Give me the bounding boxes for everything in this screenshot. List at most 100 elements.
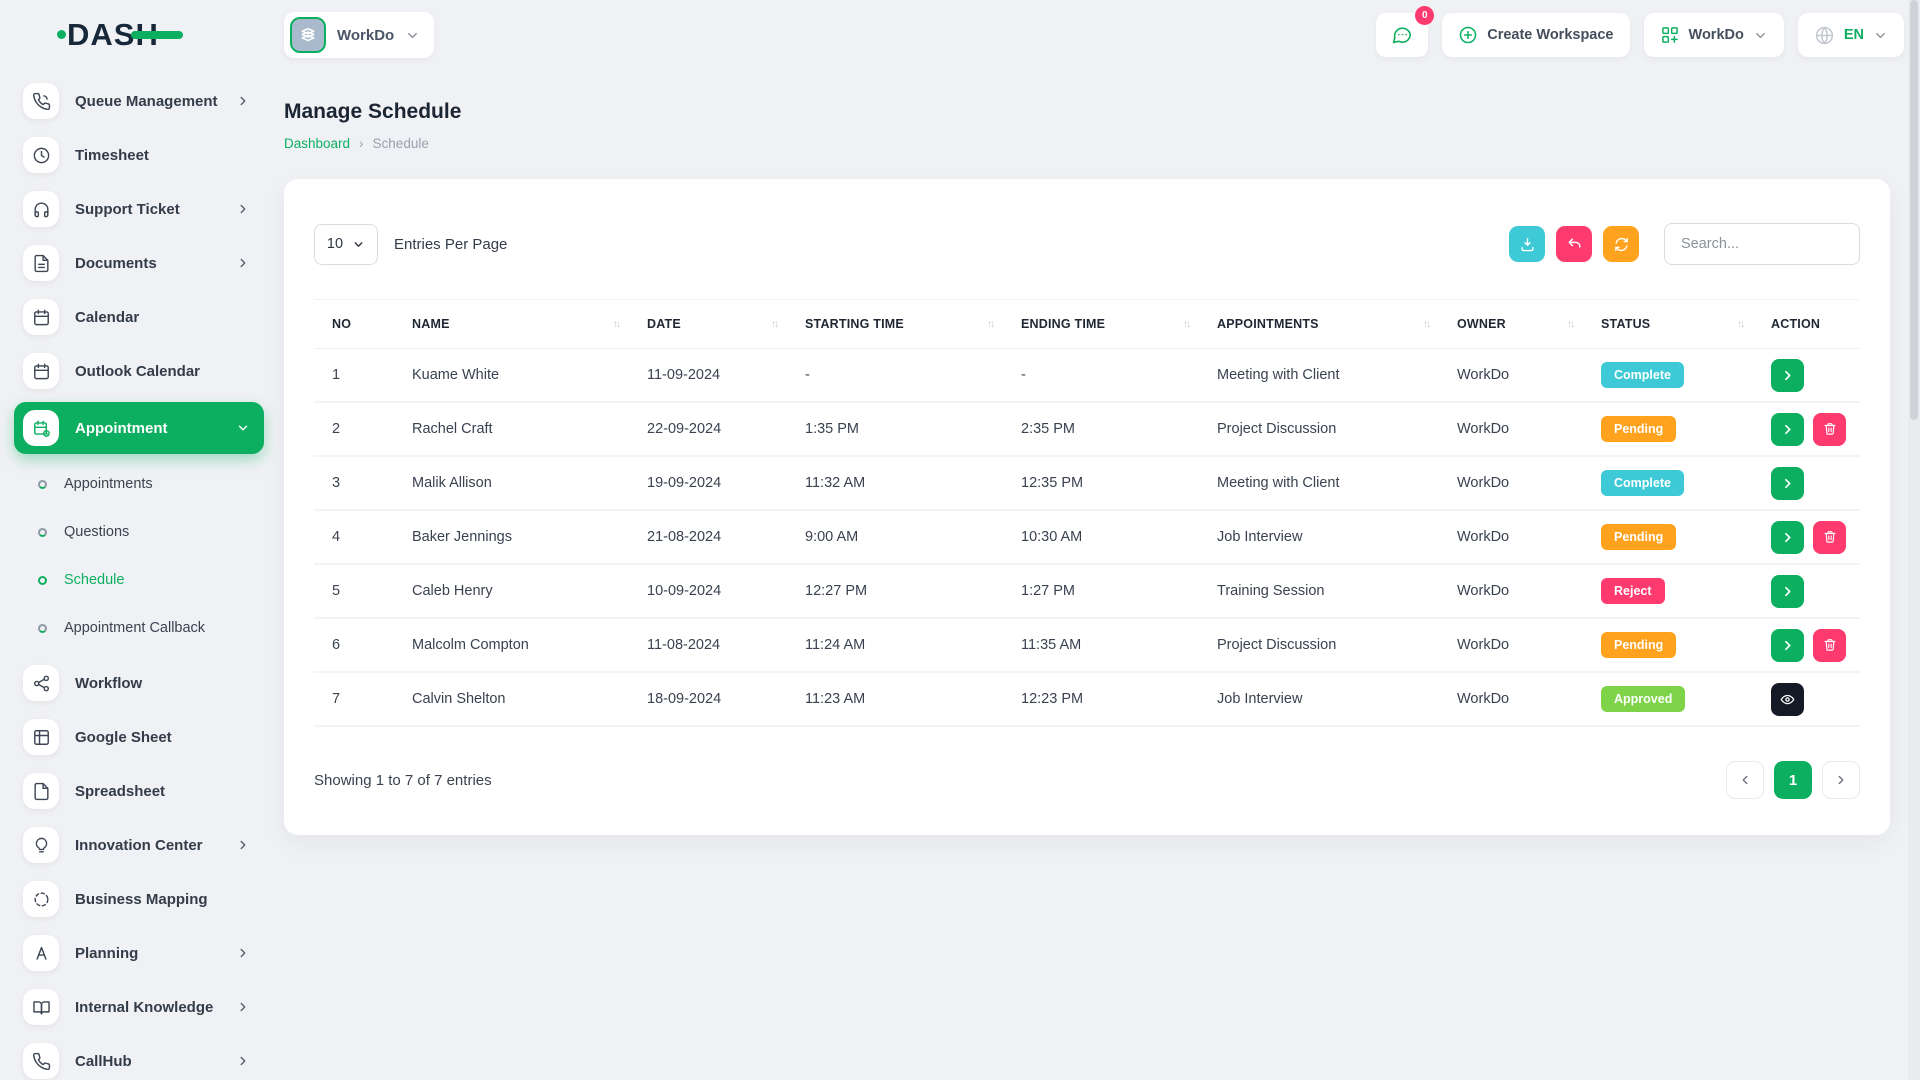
view-details-button[interactable] [1771,359,1804,392]
breadcrumb-separator: › [359,136,364,151]
workspace-menu-button[interactable]: WorkDo [1644,13,1784,57]
entries-summary: Showing 1 to 7 of 7 entries [314,772,492,789]
trash-icon [1823,422,1837,436]
sidebar-item-callhub[interactable]: CallHub [14,1034,264,1080]
sidebar-item-planning[interactable]: Planning [14,926,264,980]
apps-grid-icon [1660,25,1680,45]
sidebar-item-business-mapping[interactable]: Business Mapping [14,872,264,926]
view-details-button[interactable] [1771,467,1804,500]
refresh-button[interactable] [1603,226,1639,262]
brand-logo[interactable]: DASH [67,17,159,53]
view-details-button[interactable] [1771,413,1804,446]
column-header-appointments[interactable]: APPOINTMENTS↑↓ [1199,300,1439,348]
status-badge: Pending [1601,416,1676,442]
column-header-owner[interactable]: OWNER↑↓ [1439,300,1583,348]
sidebar-item-documents[interactable]: Documents [14,236,264,290]
chevron-right-icon [1781,369,1794,382]
undo-back-button[interactable] [1556,226,1592,262]
chevron-right-icon [1781,585,1794,598]
workspace-selector[interactable]: WorkDo [284,12,434,58]
globe-icon [1814,25,1835,46]
table-row: 3 Malik Allison 19-09-2024 11:32 AM 12:3… [314,457,1860,511]
column-header-ending-time[interactable]: ENDING TIME↑↓ [1003,300,1199,348]
delete-button[interactable] [1813,413,1846,446]
chevron-right-icon [1781,531,1794,544]
create-workspace-button[interactable]: Create Workspace [1442,13,1629,57]
breadcrumb-dashboard-link[interactable]: Dashboard [284,136,350,151]
column-header-starting-time[interactable]: STARTING TIME↑↓ [787,300,1003,348]
messages-button[interactable]: 0 [1376,13,1428,57]
scrollbar-thumb[interactable] [1910,0,1918,420]
status-badge: Pending [1601,632,1676,658]
delete-button[interactable] [1813,629,1846,662]
table-icon [23,719,59,755]
logo-dot [57,30,66,39]
delete-button[interactable] [1813,521,1846,554]
table-footer: Showing 1 to 7 of 7 entries 1 [314,761,1860,799]
sidebar-subitem-appointment-callback[interactable]: Appointment Callback [14,604,264,652]
table-header-row: NO NAME↑↓ DATE↑↓ STARTING TIME↑↓ ENDING … [314,299,1860,349]
status-badge: Reject [1601,578,1665,604]
column-header-name[interactable]: NAME↑↓ [394,300,629,348]
chevron-right-icon [236,94,250,108]
search-input[interactable] [1664,223,1860,265]
chevron-right-icon [236,1054,250,1068]
workflow-icon [23,665,59,701]
sort-icon: ↑↓ [987,319,993,330]
sidebar-item-timesheet[interactable]: Timesheet [14,128,264,182]
building-icon [290,17,326,53]
chevron-right-icon [236,256,250,270]
language-selector[interactable]: EN [1798,13,1904,57]
bullet-icon [38,528,47,537]
view-details-button[interactable] [1771,629,1804,662]
table-controls: 10 Entries Per Page [314,223,1860,265]
phone-icon [23,1043,59,1079]
column-header-no: NO [314,300,394,348]
sidebar-item-spreadsheet[interactable]: Spreadsheet [14,764,264,818]
trash-icon [1823,638,1837,652]
page-scrollbar[interactable] [1908,0,1920,1080]
sidebar-item-workflow[interactable]: Workflow [14,656,264,710]
page-title: Manage Schedule [284,100,1890,124]
next-page-button[interactable] [1822,761,1860,799]
chevron-right-icon [236,202,250,216]
entries-per-page-select[interactable]: 10 [314,224,378,265]
sidebar-item-support-ticket[interactable]: Support Ticket [14,182,264,236]
pagination: 1 [1726,761,1860,799]
entries-per-page-label: Entries Per Page [394,236,507,253]
lightbulb-icon [23,827,59,863]
headset-icon [23,191,59,227]
sidebar-item-outlook-calendar[interactable]: Outlook Calendar [14,344,264,398]
schedule-table-card: 10 Entries Per Page NO NAME↑↓ DAT [284,179,1890,835]
page-1-button[interactable]: 1 [1774,761,1812,799]
main-content: Manage Schedule Dashboard › Schedule 10 … [284,70,1920,1080]
view-details-button[interactable] [1771,521,1804,554]
breadcrumb: Dashboard › Schedule [284,136,1890,151]
sort-icon: ↑↓ [1567,319,1573,330]
sidebar-item-calendar[interactable]: Calendar [14,290,264,344]
file-icon [23,773,59,809]
column-header-status[interactable]: STATUS↑↓ [1583,300,1753,348]
table-toolbar [1509,223,1860,265]
sidebar-item-queue-management[interactable]: Queue Management [14,74,264,128]
preview-button[interactable] [1771,683,1804,716]
sidebar-item-google-sheet[interactable]: Google Sheet [14,710,264,764]
sidebar-subitem-schedule[interactable]: Schedule [14,556,264,604]
export-download-button[interactable] [1509,226,1545,262]
sidebar-item-appointment[interactable]: Appointment [14,402,264,454]
notification-badge: 0 [1415,6,1434,25]
sidebar-item-innovation-center[interactable]: Innovation Center [14,818,264,872]
chevron-right-icon [236,946,250,960]
sidebar-subitem-appointments[interactable]: Appointments [14,460,264,508]
column-header-date[interactable]: DATE↑↓ [629,300,787,348]
view-details-button[interactable] [1771,575,1804,608]
eye-icon [1780,692,1795,707]
breadcrumb-current: Schedule [373,136,429,151]
sidebar-subitem-questions[interactable]: Questions [14,508,264,556]
status-badge: Complete [1601,362,1684,388]
calendar-clock-icon [23,410,59,446]
plus-circle-icon [1458,25,1478,45]
calendar-icon [23,299,59,335]
previous-page-button[interactable] [1726,761,1764,799]
sidebar-item-internal-knowledge[interactable]: Internal Knowledge [14,980,264,1034]
